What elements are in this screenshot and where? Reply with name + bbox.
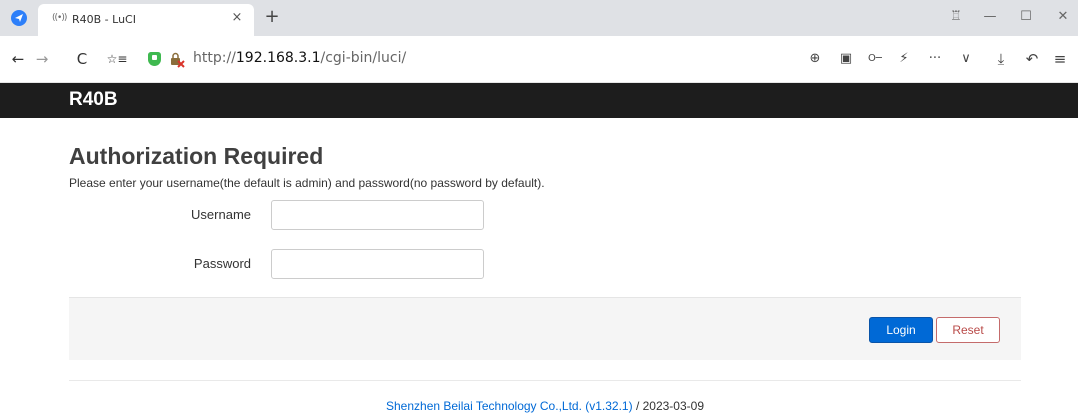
flash-icon[interactable]: ⚡ [894,49,914,69]
url-prefix: http:// [193,50,236,66]
username-input[interactable] [271,200,484,230]
menu-icon[interactable]: ≡ [1050,49,1070,69]
shirt-icon[interactable]: ♖ [945,8,967,26]
footer-date: / 2023-03-09 [632,399,704,413]
brand-title[interactable]: R40B [69,89,118,111]
chevron-down-icon[interactable]: ∨ [956,49,976,69]
wifi-favicon-icon: ((•)) [52,13,67,23]
browser-tab-strip: ((•)) R40B - LuCI × + ♖ — ☐ ✕ [0,0,1078,36]
url-host: 192.168.3.1 [235,50,321,66]
download-icon[interactable]: ⤓ [991,49,1011,69]
undo-icon[interactable]: ↶ [1022,49,1042,69]
reset-button[interactable]: Reset [936,317,1000,343]
password-label: Password [193,256,251,271]
tab-title: R40B - LuCI [72,13,136,26]
zoom-icon[interactable]: ⊕ [805,49,825,69]
tab-close-icon[interactable]: × [228,9,246,27]
close-window-button[interactable]: ✕ [1052,8,1074,26]
footer: Shenzhen Beilai Technology Co.,Ltd. (v1.… [69,399,1021,413]
login-button[interactable]: Login [869,317,933,343]
maximize-button[interactable]: ☐ [1015,8,1037,26]
insecure-lock-icon[interactable] [168,51,186,69]
footer-link[interactable]: Shenzhen Beilai Technology Co.,Ltd. (v1.… [386,399,633,413]
luci-header: R40B [0,83,1078,118]
url-path: /cgi-bin/luci/ [320,50,407,66]
translate-icon[interactable]: ▣ [836,49,856,69]
login-form: Authorization Required Please enter your… [69,118,1021,414]
page-description: Please enter your username(the default i… [69,176,545,190]
shield-icon[interactable] [148,52,161,66]
reload-icon[interactable]: C [72,49,92,69]
back-arrow-icon[interactable]: ← [8,49,28,69]
page-title: Authorization Required [69,143,324,169]
bookmark-star-icon[interactable]: ☆≡ [103,49,131,69]
browser-toolbar: ← → C ☆≡ http://192.168.3.1/cgi-bin/luci… [0,36,1078,83]
forward-arrow-icon[interactable]: → [32,49,52,69]
more-icon[interactable]: ··· [925,49,945,69]
minimize-button[interactable]: — [979,8,1001,26]
browser-tab-active[interactable]: ((•)) R40B - LuCI × [38,4,254,36]
password-input[interactable] [271,249,484,279]
username-label: Username [191,207,251,222]
form-actions: Login Reset [69,297,1021,360]
browser-logo-icon[interactable] [11,10,27,26]
new-tab-button[interactable]: + [262,7,282,27]
address-bar-url[interactable]: http://192.168.3.1/cgi-bin/luci/ [193,50,406,66]
password-key-icon[interactable]: O─ [865,49,885,69]
footer-divider [69,380,1021,381]
